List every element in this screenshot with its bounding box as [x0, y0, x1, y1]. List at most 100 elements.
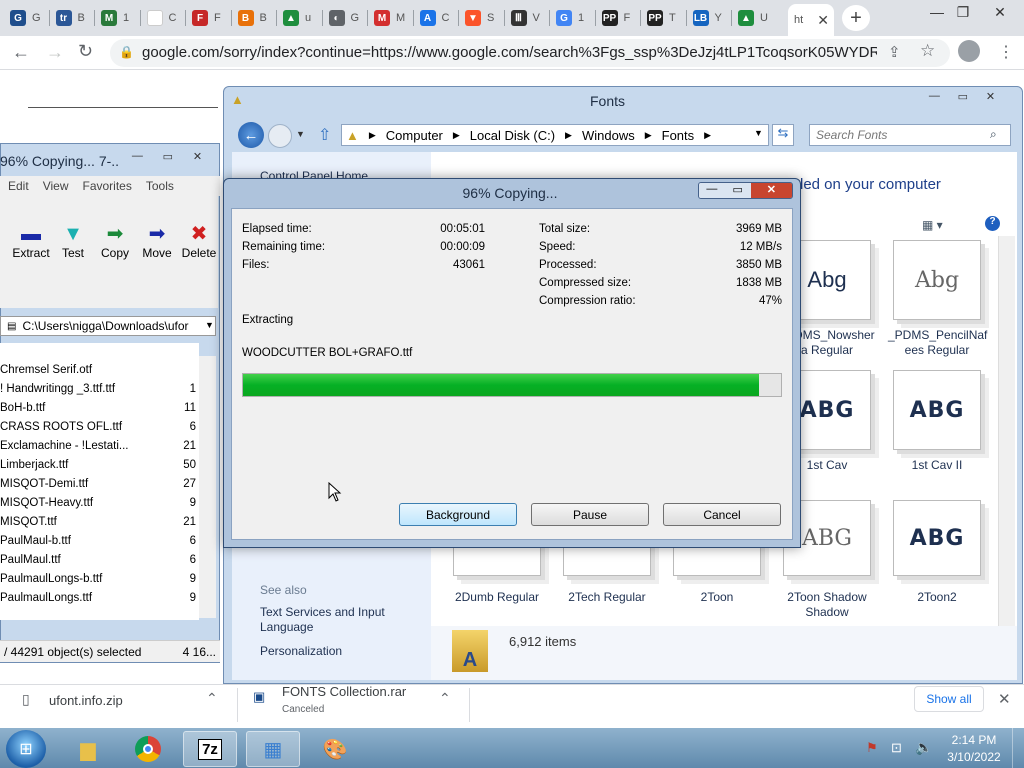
restore-icon[interactable]: ❐: [950, 2, 976, 22]
breadcrumb-fonts[interactable]: Fonts: [662, 128, 695, 143]
maximize-icon[interactable]: ▭: [163, 150, 173, 166]
move-button[interactable]: ➡ Move: [134, 222, 180, 260]
7zip-path-combobox[interactable]: ▤ C:\Users\nigga\Downloads\ufor: [0, 316, 216, 336]
font-tile[interactable]: Abg _PDMS_PencilNaf ees Regular: [888, 240, 987, 358]
file-row[interactable]: PaulMaul-b.ttf 6: [0, 535, 199, 554]
refresh-icon[interactable]: ⇆: [772, 124, 794, 146]
show-desktop-button[interactable]: [1012, 728, 1024, 768]
personalization-link[interactable]: Personalization: [260, 644, 342, 658]
reload-icon[interactable]: ↻: [78, 41, 93, 62]
chevron-up-icon[interactable]: ⌃: [439, 690, 451, 707]
browser-tab[interactable]: GG: [4, 4, 48, 32]
start-button[interactable]: ⊞: [6, 730, 46, 768]
file-row[interactable]: Chremsel Serif.otf: [0, 364, 199, 383]
font-tile[interactable]: ABG 1st Cav II: [888, 370, 986, 472]
file-row[interactable]: PaulMaul.ttf 6: [0, 554, 199, 573]
share-icon[interactable]: ⇪: [888, 43, 901, 61]
show-all-button[interactable]: Show all: [914, 686, 984, 712]
browser-tab[interactable]: ◐ G: [323, 4, 367, 32]
forward-arrow-icon[interactable]: [268, 124, 292, 148]
close-icon[interactable]: ✕: [998, 690, 1011, 708]
maximize-icon[interactable]: ▭: [724, 183, 751, 198]
file-list-scrollbar[interactable]: [199, 356, 216, 618]
minimize-icon[interactable]: —: [929, 90, 940, 106]
file-row[interactable]: PaulmaulLongs-b.ttf 9: [0, 573, 199, 592]
paint-taskbar-icon[interactable]: 🎨: [308, 731, 362, 767]
path-dropdown-icon[interactable]: ▼: [205, 320, 214, 330]
chevron-up-icon[interactable]: ⌃: [206, 690, 218, 707]
lock-icon[interactable]: 🔒: [119, 45, 134, 59]
extract-button[interactable]: ▬ Extract: [8, 222, 54, 260]
close-icon[interactable]: ✕: [193, 150, 202, 166]
new-tab-button[interactable]: +: [842, 5, 870, 31]
file-row[interactable]: PaulmaulLongs.ttf 9: [0, 592, 199, 611]
file-row[interactable]: CRASS ROOTS OFL.ttf 6: [0, 421, 199, 440]
browser-tab[interactable]: LB Y: [687, 4, 731, 32]
pause-button[interactable]: Pause: [531, 503, 649, 526]
delete-button[interactable]: ✖ Delete: [176, 222, 222, 260]
browser-tab[interactable]: tr B: [50, 4, 94, 32]
breadcrumb-local-disk[interactable]: Local Disk (C:): [470, 128, 555, 143]
browser-tab[interactable]: MM: [368, 4, 412, 32]
fonts-search-input[interactable]: Search Fonts: [809, 124, 1011, 146]
file-row[interactable]: MISQOT-Heavy.ttf 9: [0, 497, 199, 516]
7zip-window-controls[interactable]: — ▭ ✕: [122, 150, 212, 166]
browser-tab[interactable]: ▲ u: [277, 4, 321, 32]
browser-tab[interactable]: PP T: [641, 4, 685, 32]
close-icon[interactable]: ✕: [817, 12, 829, 29]
back-arrow-icon[interactable]: ←: [12, 42, 30, 63]
action-center-icon[interactable]: ⚑: [866, 740, 878, 756]
menu-edit[interactable]: Edit: [8, 179, 29, 193]
download-item-name[interactable]: FONTS Collection.rar: [282, 684, 406, 699]
browser-tab[interactable]: ▲ U: [732, 4, 776, 32]
breadcrumb-windows[interactable]: Windows: [582, 128, 635, 143]
star-icon[interactable]: ☆: [920, 41, 935, 61]
browser-tab[interactable]: M1: [95, 4, 139, 32]
chrome-taskbar-icon[interactable]: [121, 731, 175, 767]
url-text[interactable]: google.com/sorry/index?continue=https://…: [142, 44, 877, 61]
dialog-window-controls[interactable]: — ▭ ✕: [698, 182, 793, 199]
fonts-scrollbar[interactable]: [998, 236, 1015, 626]
volume-icon[interactable]: 🔈: [915, 739, 932, 756]
clock-date[interactable]: 3/10/2022: [944, 750, 1004, 764]
browser-tab[interactable]: AC: [414, 4, 458, 32]
up-arrow-icon[interactable]: ⇧: [318, 125, 331, 145]
explorer-address-bar[interactable]: ▲ ▶ Computer ▶ Local Disk (C:) ▶ Windows…: [341, 124, 769, 146]
browser-tab[interactable]: BB: [232, 4, 276, 32]
text-services-link[interactable]: Text Services and Input Language: [260, 605, 410, 635]
minimize-icon[interactable]: —: [132, 150, 143, 166]
browser-tab[interactable]: ⅢV: [505, 4, 549, 32]
file-row[interactable]: MISQOT.ttf 21: [0, 516, 199, 535]
browser-tab[interactable]: G1: [550, 4, 594, 32]
maximize-icon[interactable]: ▭: [958, 90, 968, 106]
fonts-window-controls[interactable]: — ▭ ✕: [920, 90, 1004, 106]
file-row[interactable]: ! Handwritingg _3.ttf.ttf 1: [0, 383, 199, 402]
copy-button[interactable]: ➡ Copy: [92, 222, 138, 260]
menu-tools[interactable]: Tools: [146, 179, 174, 193]
breadcrumb-computer[interactable]: Computer: [386, 128, 443, 143]
test-button[interactable]: ▼ Test: [50, 222, 96, 260]
control-panel-taskbar-icon[interactable]: ▦: [246, 731, 300, 767]
background-button[interactable]: Background: [399, 503, 517, 526]
search-icon[interactable]: ⌕: [990, 127, 997, 142]
file-row[interactable]: Exclamachine - !Lestati... 21: [0, 440, 199, 459]
file-row[interactable]: MISQOT-Demi.ttf 27: [0, 478, 199, 497]
menu-dots-icon[interactable]: ⋮: [998, 42, 1014, 62]
file-row[interactable]: BoH-b.ttf 11: [0, 402, 199, 421]
clock-time[interactable]: 2:14 PM: [944, 733, 1004, 747]
forward-arrow-icon[interactable]: →: [46, 42, 64, 63]
profile-avatar[interactable]: [958, 40, 980, 62]
back-arrow-icon[interactable]: ←: [238, 122, 264, 148]
7zip-taskbar-icon[interactable]: 7z: [183, 731, 237, 767]
view-icon[interactable]: ▦ ▾: [922, 218, 943, 232]
help-icon[interactable]: ?: [985, 216, 1000, 231]
file-row[interactable]: Limberjack.ttf 50: [0, 459, 199, 478]
close-window-icon[interactable]: ✕: [982, 2, 1018, 22]
network-icon[interactable]: ⊡: [891, 740, 902, 756]
cancel-button[interactable]: Cancel: [663, 503, 781, 526]
browser-tab[interactable]: C: [141, 4, 185, 32]
file-explorer-taskbar-icon[interactable]: ▆: [61, 731, 115, 767]
minimize-icon[interactable]: —: [699, 183, 725, 198]
history-dropdown-icon[interactable]: ▼: [296, 129, 305, 139]
browser-tab[interactable]: PP F: [596, 4, 640, 32]
